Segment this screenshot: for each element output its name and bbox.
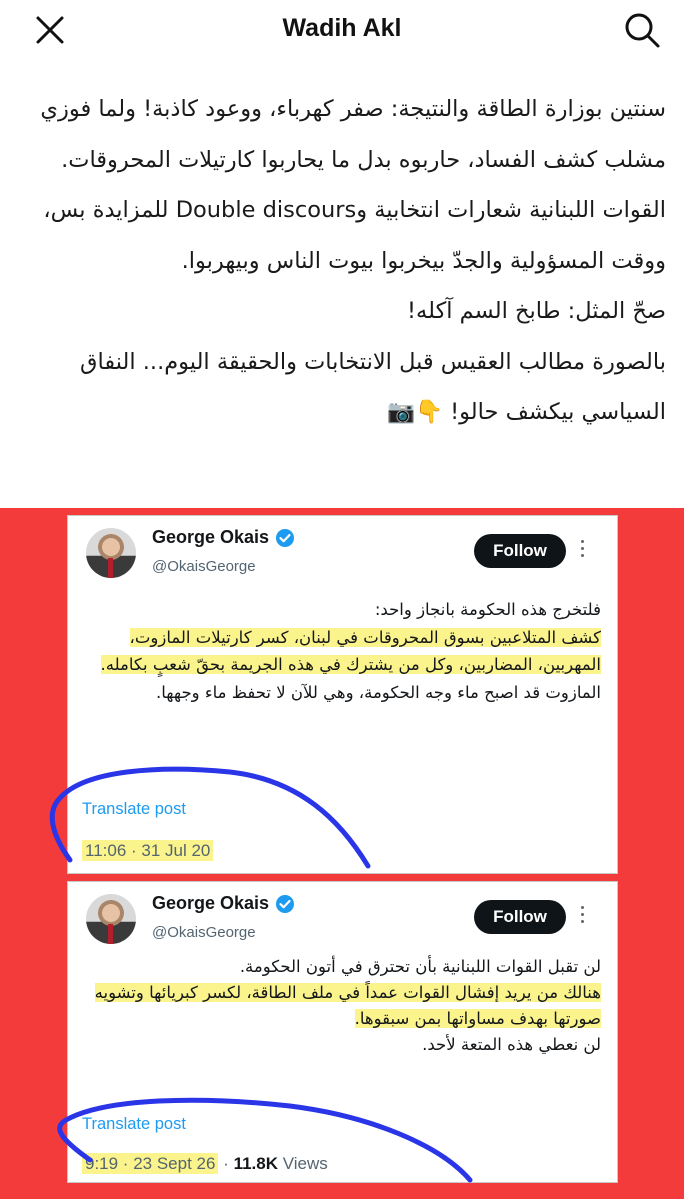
author-name[interactable]: George Okais xyxy=(152,893,269,914)
author-name-row: George Okais xyxy=(152,527,295,548)
post-paragraph: بالصورة مطالب العقيس قبل الانتخابات والح… xyxy=(80,348,666,426)
tweet-line-highlighted: هنالك من يريد إفشال القوات عمداً في ملف … xyxy=(80,980,601,1032)
tweet-line: فلتخرج هذه الحكومة بانجاز واحد: xyxy=(374,600,601,619)
top-bar: Wadih Akl xyxy=(0,0,684,64)
tweet-timestamp[interactable]: 9:19 · 23 Sept 26 · 11.8K Views xyxy=(82,1153,328,1174)
more-options-icon[interactable] xyxy=(578,538,586,560)
highlighted-text: هنالك من يريد إفشال القوات عمداً في ملف … xyxy=(94,983,601,1028)
author-name[interactable]: George Okais xyxy=(152,527,269,548)
views-count: 11.8K xyxy=(233,1154,279,1173)
tweet-timestamp[interactable]: 11:06 · 31 Jul 20 xyxy=(82,840,214,861)
tweet-line: لن نعطي هذه المتعة لأحد. xyxy=(422,1035,601,1054)
verified-badge-icon xyxy=(276,528,295,547)
avatar[interactable] xyxy=(86,894,136,944)
post-paragraph: القوات اللبنانية شعارات انتخابية وDouble… xyxy=(43,197,666,274)
translate-post-link[interactable]: Translate post xyxy=(82,800,186,819)
author-handle[interactable]: @OkaisGeorge xyxy=(152,558,256,575)
embedded-tweet: George Okais @OkaisGeorge Follow فلتخرج … xyxy=(67,515,618,874)
timestamp-text: 11:06 · 31 Jul 20 xyxy=(82,840,214,861)
author-name-row: George Okais xyxy=(152,893,295,914)
highlighted-text: كشف المتلاعبين بسوق المحروقات في لبنان، … xyxy=(100,627,601,674)
translate-post-link[interactable]: Translate post xyxy=(82,1115,186,1134)
views-label: Views xyxy=(282,1154,328,1173)
tweet-line: المازوت قد اصبح ماء وجه الحكومة، وهي للآ… xyxy=(155,682,601,702)
post-text: سنتين بوزارة الطاقة والنتيجة: صفر كهرباء… xyxy=(18,84,666,438)
page-title: Wadih Akl xyxy=(282,14,402,42)
post-paragraph: صحّ المثل: طابخ السم آكله! xyxy=(407,298,666,324)
tweet-text: لن تقبل القوات اللبنانية بأن تحترق في أت… xyxy=(80,954,601,1058)
avatar[interactable] xyxy=(86,528,136,578)
separator-dot: · xyxy=(223,1154,229,1173)
embedded-tweet: George Okais @OkaisGeorge Follow لن تقبل… xyxy=(67,881,618,1183)
author-handle[interactable]: @OkaisGeorge xyxy=(152,924,256,941)
tweet-text: فلتخرج هذه الحكومة بانجاز واحد: كشف المت… xyxy=(80,596,601,706)
post-paragraph: سنتين بوزارة الطاقة والنتيجة: صفر كهرباء… xyxy=(40,96,666,173)
more-options-icon[interactable] xyxy=(578,904,586,926)
follow-button[interactable]: Follow xyxy=(474,534,566,568)
verified-badge-icon xyxy=(276,894,295,913)
tweet-line-highlighted: كشف المتلاعبين بسوق المحروقات في لبنان، … xyxy=(80,624,601,679)
timestamp-text: 9:19 · 23 Sept 26 xyxy=(82,1153,219,1174)
follow-button[interactable]: Follow xyxy=(474,900,566,934)
tweet-line: لن تقبل القوات اللبنانية بأن تحترق في أت… xyxy=(239,957,601,976)
search-icon[interactable] xyxy=(622,10,662,50)
